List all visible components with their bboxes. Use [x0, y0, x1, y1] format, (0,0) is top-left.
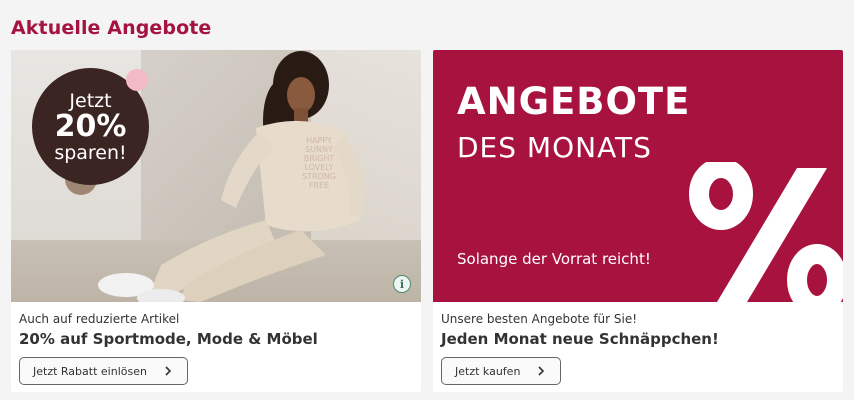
offer-subline: Unsere besten Angebote für Sie! — [441, 312, 638, 326]
section-title: Aktuelle Angebote — [11, 17, 212, 39]
sweater-print: HAPPY SUNNY BRIGHT LOVELY STRONG FREE — [301, 136, 336, 190]
promo-banner: ANGEBOTE DES MONATS Solange der Vorrat r… — [433, 50, 843, 302]
promo-title: ANGEBOTE — [457, 80, 691, 123]
offer-image-woman[interactable]: HAPPY SUNNY BRIGHT LOVELY STRONG FREE Je… — [11, 50, 421, 302]
offer-image-promo[interactable]: ANGEBOTE DES MONATS Solange der Vorrat r… — [433, 50, 843, 302]
badge-percent: 20% — [54, 108, 127, 144]
offer-subline: Auch auf reduzierte Artikel — [19, 312, 180, 326]
redeem-discount-button[interactable]: Jetzt Rabatt einlösen — [19, 357, 188, 385]
promo-subtitle: DES MONATS — [457, 131, 652, 164]
buy-now-button[interactable]: Jetzt kaufen — [441, 357, 562, 385]
offer-headline: 20% auf Sportmode, Mode & Möbel — [19, 330, 318, 348]
offer-headline: Jeden Monat neue Schnäppchen! — [441, 330, 719, 348]
chevron-right-icon — [165, 366, 172, 376]
offer-card-body: Auch auf reduzierte Artikel 20% auf Spor… — [11, 302, 421, 392]
redeem-discount-label: Jetzt Rabatt einlösen — [33, 364, 147, 378]
decor-dot-pink — [126, 69, 148, 91]
badge-line-3: sparen! — [54, 141, 127, 164]
promo-note: Solange der Vorrat reicht! — [457, 250, 651, 268]
offer-card-sportmode[interactable]: HAPPY SUNNY BRIGHT LOVELY STRONG FREE Je… — [11, 50, 421, 392]
buy-now-label: Jetzt kaufen — [455, 364, 521, 378]
offer-card-body: Unsere besten Angebote für Sie! Jeden Mo… — [433, 302, 843, 392]
chevron-right-icon — [538, 366, 545, 376]
info-icon[interactable]: i — [393, 275, 411, 293]
offer-card-monthly[interactable]: ANGEBOTE DES MONATS Solange der Vorrat r… — [433, 50, 843, 392]
badge-line-1: Jetzt — [69, 89, 112, 112]
percent-symbol-icon — [689, 162, 843, 302]
